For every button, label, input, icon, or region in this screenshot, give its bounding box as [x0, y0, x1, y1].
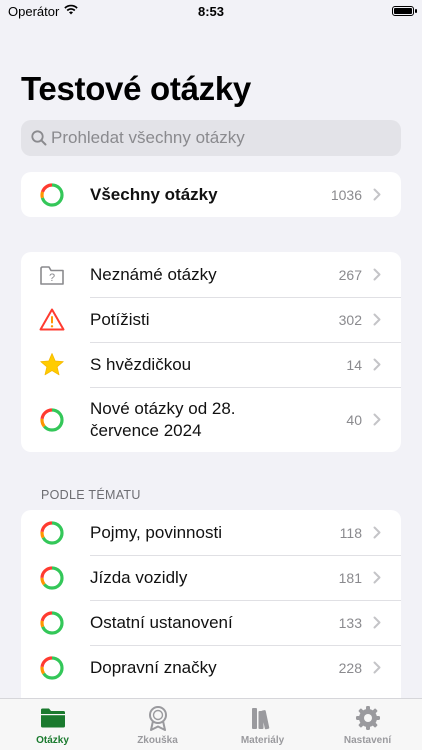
status-bar: Operátor 8:53	[0, 0, 422, 24]
search-input[interactable]	[51, 120, 391, 156]
row-all-questions[interactable]: Všechny otázky 1036	[21, 172, 401, 217]
row-label: Potížisti	[90, 309, 150, 329]
row-label: Všechny otázky	[90, 184, 218, 204]
progress-ring-icon	[40, 182, 64, 207]
progress-ring-icon	[40, 565, 64, 590]
chevron-right-icon	[373, 661, 381, 674]
row-count: 40	[346, 411, 362, 428]
svg-text:?: ?	[49, 272, 55, 284]
progress-ring-icon	[40, 407, 64, 432]
books-icon	[252, 708, 270, 730]
row-starred[interactable]: S hvězdičkou 14	[21, 342, 401, 387]
progress-ring-icon	[40, 520, 64, 545]
row-topic[interactable]: Ostatní ustanovení 133	[21, 600, 401, 645]
search-icon	[31, 130, 47, 146]
row-topic[interactable]: Dopravní značky 228	[21, 645, 401, 690]
tab-materials[interactable]: Materiály	[210, 699, 315, 750]
row-label: Nové otázky od 28. července 2024	[90, 398, 236, 442]
progress-ring-icon	[40, 655, 64, 680]
row-count: 118	[339, 524, 362, 541]
star-icon	[40, 352, 64, 375]
row-unknown-questions[interactable]: ? Neznámé otázky 267	[21, 252, 401, 297]
warning-icon	[39, 308, 65, 330]
tab-settings[interactable]: Nastavení	[315, 699, 420, 750]
chevron-right-icon	[373, 188, 381, 201]
battery-icon	[392, 6, 417, 16]
gear-icon	[356, 706, 380, 730]
all-questions-card: Všechny otázky 1036	[21, 172, 401, 217]
folder-icon	[41, 708, 65, 728]
chevron-right-icon	[373, 526, 381, 539]
clock: 8:53	[197, 4, 225, 19]
row-label-line1: Nové otázky od 28.	[90, 398, 236, 418]
row-label-line2: července 2024	[90, 420, 202, 440]
chevron-right-icon	[373, 358, 381, 371]
row-count: 14	[346, 356, 362, 373]
progress-ring-icon	[40, 610, 64, 635]
row-label: Jízda vozidly	[90, 567, 188, 587]
chevron-right-icon	[373, 313, 381, 326]
tab-bar: Otázky Zkouška Materiály Nastavení	[0, 698, 422, 750]
chevron-right-icon	[373, 571, 381, 584]
chevron-right-icon	[373, 413, 381, 426]
row-topic[interactable]: Pojmy, povinnosti 118	[21, 510, 401, 555]
tab-label: Otázky	[36, 735, 69, 746]
row-count: 133	[338, 614, 362, 631]
badge-icon	[149, 706, 167, 731]
row-new-questions[interactable]: Nové otázky od 28. července 2024 40	[21, 387, 401, 452]
row-label: Dopravní značky	[90, 657, 217, 677]
row-label: Ostatní ustanovení	[90, 612, 233, 632]
tab-label: Nastavení	[343, 735, 392, 746]
row-count: 181	[338, 569, 362, 586]
row-label: Neznámé otázky	[90, 264, 217, 284]
row-label: S hvězdičkou	[90, 354, 192, 374]
page-title: Testové otázky	[21, 70, 251, 107]
row-difficult[interactable]: Potížisti 302	[21, 297, 401, 342]
tab-exam[interactable]: Zkouška	[105, 699, 210, 750]
row-count: 1036	[330, 186, 362, 203]
section-header-topics: PODLE TÉMATU	[41, 488, 141, 502]
topics-card: Pojmy, povinnosti 118 Jízda vozidly 181 …	[21, 510, 401, 710]
tab-questions[interactable]: Otázky	[0, 699, 105, 750]
tab-label: Zkouška	[137, 735, 178, 746]
row-count: 267	[338, 266, 362, 283]
row-count: 228	[338, 659, 362, 676]
chevron-right-icon	[373, 616, 381, 629]
search-bar[interactable]	[21, 120, 401, 156]
row-count: 302	[338, 311, 362, 328]
unknown-folder-icon: ?	[40, 265, 64, 285]
row-label: Pojmy, povinnosti	[90, 522, 222, 542]
tab-label: Materiály	[240, 735, 285, 746]
chevron-right-icon	[373, 268, 381, 281]
row-topic[interactable]: Jízda vozidly 181	[21, 555, 401, 600]
filters-card: ? Neznámé otázky 267 Potížisti 302 S hvě…	[21, 252, 401, 452]
